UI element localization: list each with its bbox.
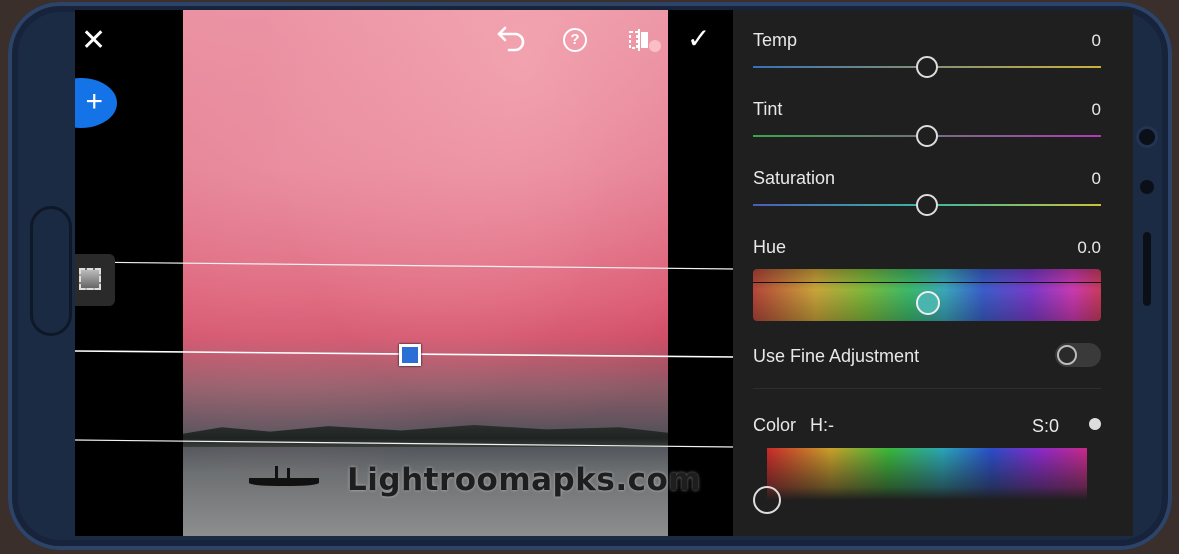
hue-value: 0.0 xyxy=(1077,238,1101,257)
app-screen: ✕ ? ✓ + Lightroomapks.com Temp 0 Tint 0 … xyxy=(75,10,1133,536)
hue-slider-thumb[interactable] xyxy=(916,291,940,315)
watermark-text: Lightroomapks.com xyxy=(347,462,702,498)
hue-center-line xyxy=(753,282,1101,283)
panel-divider xyxy=(753,388,1101,389)
temp-label: Temp xyxy=(753,30,798,50)
add-mask-button[interactable]: + xyxy=(75,78,117,128)
boat xyxy=(249,478,319,486)
tint-value: 0 xyxy=(1091,100,1101,119)
close-icon[interactable]: ✕ xyxy=(81,26,106,56)
boat-person xyxy=(287,468,290,478)
saturation-label: Saturation xyxy=(753,168,836,188)
boat-person xyxy=(275,466,278,478)
help-icon[interactable]: ? xyxy=(563,28,587,52)
temp-value: 0 xyxy=(1091,31,1101,50)
fine-adjustment-label: Use Fine Adjustment xyxy=(753,346,920,366)
phone-side-button xyxy=(30,206,72,336)
color-swatch-dot[interactable] xyxy=(1089,418,1101,430)
toggle-knob xyxy=(1057,345,1077,365)
color-picker-thumb[interactable] xyxy=(753,486,781,514)
temp-slider-thumb[interactable] xyxy=(916,56,938,78)
fine-adjustment-toggle[interactable] xyxy=(1055,343,1101,367)
treeline xyxy=(183,425,668,447)
saturation-value: 0 xyxy=(1091,169,1101,188)
hue-label: Hue xyxy=(753,237,787,257)
mask-center-handle[interactable] xyxy=(399,344,421,366)
color-hue-readout: H:- xyxy=(810,415,834,435)
tint-label: Tint xyxy=(753,99,783,119)
linear-gradient-mask-icon[interactable] xyxy=(75,254,115,306)
phone-side-slot xyxy=(1143,232,1151,306)
color-saturation-readout: S:0 xyxy=(1031,416,1059,436)
color-label: Color xyxy=(753,415,797,435)
color-picker-field[interactable] xyxy=(767,448,1087,500)
color-adjust-panel: Temp 0 Tint 0 Saturation 0 Hue 0.0 Use F… xyxy=(733,10,1133,536)
photo-canvas[interactable] xyxy=(183,10,668,536)
camera-sensor xyxy=(1140,180,1154,194)
compare-icon[interactable] xyxy=(627,28,651,57)
checkmark-icon[interactable]: ✓ xyxy=(687,24,710,54)
tint-slider-thumb[interactable] xyxy=(916,125,938,147)
camera-lens xyxy=(1136,126,1158,148)
undo-icon[interactable] xyxy=(495,24,527,57)
saturation-slider-thumb[interactable] xyxy=(916,194,938,216)
mask-tool-glyph xyxy=(79,268,101,290)
